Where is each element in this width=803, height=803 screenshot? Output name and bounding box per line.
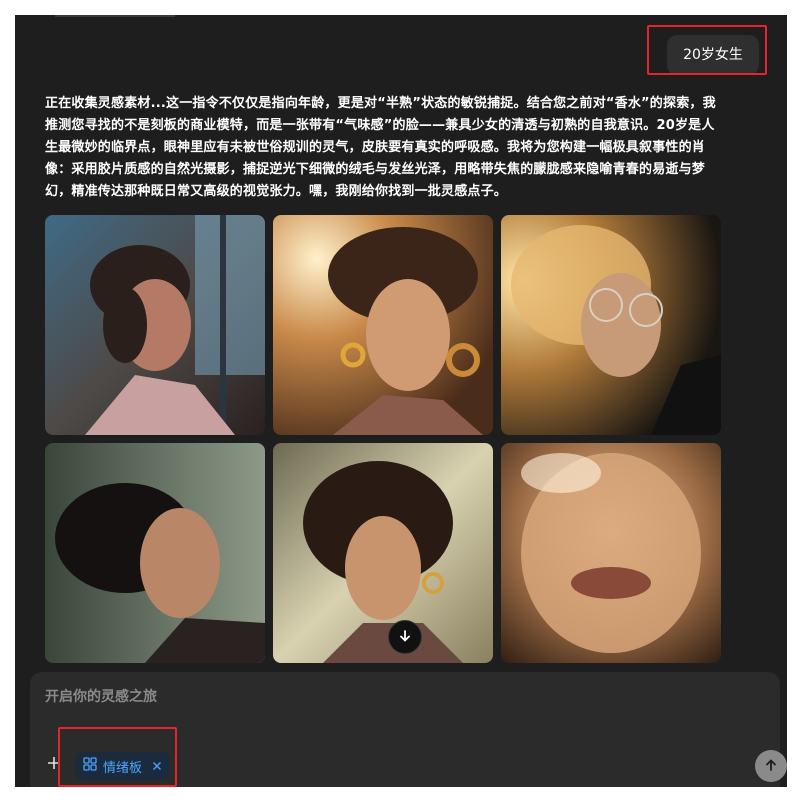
user-message-bubble: 20岁女生 (667, 35, 759, 75)
inspiration-image-2[interactable] (273, 215, 493, 435)
user-message-text: 20岁女生 (683, 47, 743, 63)
moodboard-chip-label: 情绪板 (103, 760, 143, 776)
composer-input[interactable]: 开启你的灵感之旅 (45, 686, 157, 706)
arrow-up-icon (764, 757, 778, 776)
inspiration-image-3[interactable] (501, 215, 721, 435)
inspiration-image-4[interactable] (45, 443, 265, 663)
add-button[interactable] (44, 754, 64, 774)
plus-icon (47, 755, 61, 774)
assistant-message: 正在收集灵感素材...这一指令不仅仅是指向年龄，更是对“半熟”状态的敏锐捕捉。结… (45, 96, 716, 199)
composer: 开启你的灵感之旅 情绪板 (30, 672, 787, 787)
chat-window: 20岁女生 正在收集灵感素材...这一指令不仅仅是指向年龄，更是对“半熟”状态的… (15, 15, 787, 787)
inspiration-image-5[interactable] (273, 443, 493, 663)
clipped-header-text (55, 15, 175, 17)
arrow-down-icon (398, 628, 412, 647)
scroll-down-button[interactable] (388, 620, 422, 654)
inspiration-image-1[interactable] (45, 215, 265, 435)
grid-icon (83, 757, 97, 775)
close-icon[interactable] (152, 761, 162, 771)
send-button[interactable] (755, 750, 787, 782)
inspiration-image-6[interactable] (501, 443, 721, 663)
moodboard-chip[interactable]: 情绪板 (75, 752, 171, 780)
